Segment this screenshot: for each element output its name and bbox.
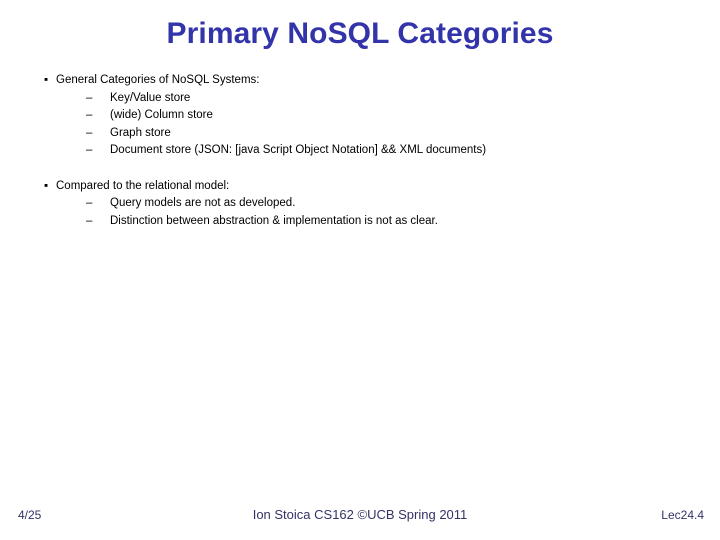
bullet-item-level1: ▪ Compared to the relational model: (44, 178, 674, 196)
lecture-tag: Lec24.4 (661, 508, 704, 522)
bullet-item-level2-label: Key/Value store (110, 91, 191, 104)
bullet-item-level2: – Key/Value store (44, 90, 674, 108)
square-bullet-icon: ▪ (44, 179, 49, 192)
square-bullet-icon: ▪ (44, 74, 49, 86)
dash-bullet-icon: – (86, 214, 93, 227)
bullet-group: ▪ Compared to the relational model: – Qu… (44, 178, 674, 231)
bullet-item-level2-label: Query models are not as developed. (110, 197, 296, 209)
bullet-group: ▪ General Categories of NoSQL Systems: –… (44, 72, 674, 160)
dash-bullet-icon: – (86, 197, 93, 209)
bullet-item-level2-label: (wide) Column store (110, 109, 213, 121)
footer-attribution: Ion Stoica CS162 ©UCB Spring 2011 (252, 507, 468, 522)
slide-footer: 4/25 Ion Stoica CS162 ©UCB Spring 2011 L… (0, 506, 720, 530)
bullet-item-level1-label: Compared to the relational model: (56, 179, 230, 192)
dash-bullet-icon: – (86, 109, 93, 121)
bullet-item-level2: – Distinction between abstraction & impl… (44, 213, 674, 231)
bullet-item-level1: ▪ General Categories of NoSQL Systems: (44, 72, 674, 90)
bullet-item-level2: – Query models are not as developed. (44, 195, 674, 213)
slide: Primary NoSQL Categories ▪ General Categ… (0, 0, 720, 540)
bullet-item-level2-label: Document store (JSON: [java Script Objec… (110, 144, 487, 156)
bullet-item-level2: – Graph store (44, 125, 674, 143)
bullet-item-level2: – (wide) Column store (44, 107, 674, 125)
slide-body: ▪ General Categories of NoSQL Systems: –… (44, 72, 674, 230)
dash-bullet-icon: – (86, 91, 93, 104)
dash-bullet-icon: – (86, 126, 93, 139)
bullet-item-level2: – Document store (JSON: [java Script Obj… (44, 142, 674, 160)
page-title: Primary NoSQL Categories (166, 17, 554, 50)
bullet-item-level1-label: General Categories of NoSQL Systems: (56, 74, 260, 86)
bullet-item-level2-label: Graph store (110, 126, 171, 139)
dash-bullet-icon: – (86, 144, 93, 156)
bullet-item-level2-label: Distinction between abstraction & implem… (110, 214, 438, 227)
